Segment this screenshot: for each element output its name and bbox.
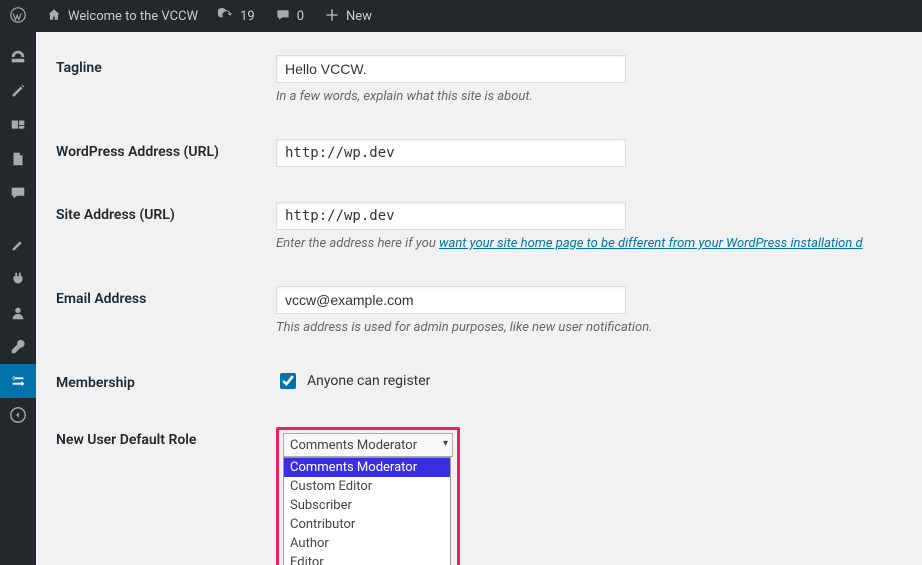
update-icon xyxy=(218,7,234,26)
label-tagline: Tagline xyxy=(56,40,276,124)
select-default-role[interactable]: Comments Moderator xyxy=(283,433,453,457)
label-site-address: Site Address (URL) xyxy=(56,187,276,271)
updates-count: 19 xyxy=(240,9,255,24)
role-option[interactable]: Contributor xyxy=(284,515,450,534)
label-wp-address: WordPress Address (URL) xyxy=(56,124,276,187)
desc-tagline: In a few words, explain what this site i… xyxy=(276,89,892,104)
input-email[interactable] xyxy=(276,286,626,314)
membership-checkbox-label[interactable]: Anyone can register xyxy=(276,370,892,392)
membership-cb-text: Anyone can register xyxy=(307,373,430,389)
link-site-address-help[interactable]: want your site home page to be different… xyxy=(439,236,863,251)
default-role-wrap: Comments Moderator Comments Moderator Cu… xyxy=(276,427,453,565)
menu-media[interactable] xyxy=(0,108,36,142)
admin-sidemenu xyxy=(0,32,36,565)
checkbox-membership[interactable] xyxy=(280,373,296,389)
admin-bar: Welcome to the VCCW 19 0 New xyxy=(0,0,922,32)
desc-email: This address is used for admin purposes,… xyxy=(276,320,892,335)
menu-appearance[interactable] xyxy=(0,228,36,262)
role-option[interactable]: Comments Moderator xyxy=(284,458,450,477)
input-site-address[interactable] xyxy=(276,202,626,230)
menu-plugins[interactable] xyxy=(0,262,36,296)
menu-settings[interactable] xyxy=(0,364,36,398)
default-role-options: Comments Moderator Custom Editor Subscri… xyxy=(283,457,451,565)
input-wp-address[interactable] xyxy=(276,139,626,167)
role-option[interactable]: Editor xyxy=(284,553,450,565)
updates-link[interactable]: 19 xyxy=(208,0,265,32)
menu-pages[interactable] xyxy=(0,142,36,176)
home-icon xyxy=(46,7,62,26)
role-option[interactable]: Custom Editor xyxy=(284,477,450,496)
menu-comments[interactable] xyxy=(0,176,36,210)
role-option[interactable]: Subscriber xyxy=(284,496,450,515)
wp-logo[interactable] xyxy=(0,0,36,32)
new-label: New xyxy=(346,9,372,24)
menu-users[interactable] xyxy=(0,296,36,330)
menu-collapse[interactable] xyxy=(0,398,36,432)
desc-site-address: Enter the address here if you want your … xyxy=(276,236,892,251)
comments-link[interactable]: 0 xyxy=(265,0,314,32)
label-membership: Membership xyxy=(56,355,276,412)
comments-count: 0 xyxy=(297,9,304,24)
site-link[interactable]: Welcome to the VCCW xyxy=(36,0,208,32)
menu-posts[interactable] xyxy=(0,74,36,108)
settings-general: Tagline In a few words, explain what thi… xyxy=(36,32,922,565)
form-table: Tagline In a few words, explain what thi… xyxy=(56,40,902,565)
role-option[interactable]: Author xyxy=(284,534,450,553)
plus-icon xyxy=(324,7,340,26)
label-email: Email Address xyxy=(56,271,276,355)
menu-tools[interactable] xyxy=(0,330,36,364)
new-link[interactable]: New xyxy=(314,0,382,32)
menu-dashboard[interactable] xyxy=(0,40,36,74)
site-title: Welcome to the VCCW xyxy=(68,9,198,24)
comment-icon xyxy=(275,7,291,26)
wordpress-icon xyxy=(10,7,26,26)
input-tagline[interactable] xyxy=(276,55,626,83)
label-default-role: New User Default Role xyxy=(56,412,276,565)
